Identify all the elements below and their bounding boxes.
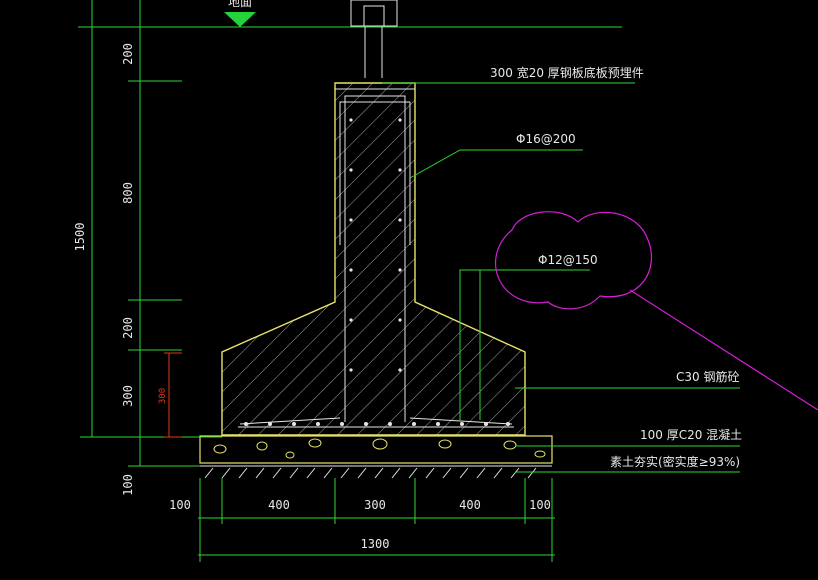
dim-horizontal-total: 1300 xyxy=(361,537,390,551)
dim-vertical-segment-5: 100 xyxy=(121,474,135,496)
dim-horizontal-segment-1: 100 xyxy=(169,498,191,512)
horizontal-dimensions: 100 400 300 400 100 1300 xyxy=(169,478,555,562)
red-dimension: 300 xyxy=(158,352,182,438)
dim-vertical-segment-3: 200 xyxy=(121,317,135,339)
ground-label: 地面 xyxy=(228,0,252,9)
foundation-section-drawing: 地面 200 800 200 300 100 1500 300 100 400 … xyxy=(73,0,818,562)
dim-horizontal-segment-3: 300 xyxy=(364,498,386,512)
annotation-soil: 素土夯实(密实度≥93%) xyxy=(610,454,740,469)
annotation-column-rebar: Φ16@200 xyxy=(516,132,576,146)
dim-horizontal-segment-4: 400 xyxy=(459,498,481,512)
steel-post xyxy=(350,0,398,78)
dim-vertical-total: 1500 xyxy=(73,223,87,252)
revision-cloud-icon xyxy=(495,211,818,411)
dim-vertical-segment-2: 800 xyxy=(121,182,135,204)
annotation-embedded-plate: 300 宽20 厚钢板底板预埋件 xyxy=(490,65,644,80)
dim-horizontal-segment-5: 100 xyxy=(529,498,551,512)
dim-red-segment: 300 xyxy=(158,388,168,404)
annotation-cushion: 100 厚C20 混凝土 xyxy=(640,427,742,442)
compacted-soil xyxy=(200,465,552,479)
annotation-base-rebar: Φ12@150 xyxy=(538,253,598,267)
vertical-dimensions: 200 800 200 300 100 1500 xyxy=(73,0,222,496)
cushion-layer xyxy=(199,435,553,464)
ground-level-triangle-icon xyxy=(224,12,256,27)
dim-vertical-segment-1: 200 xyxy=(121,43,135,65)
annotation-concrete: C30 钢筋砼 xyxy=(676,369,739,384)
dim-vertical-segment-4: 300 xyxy=(121,385,135,407)
dim-horizontal-segment-2: 400 xyxy=(268,498,290,512)
ground-level: 地面 xyxy=(78,0,622,28)
